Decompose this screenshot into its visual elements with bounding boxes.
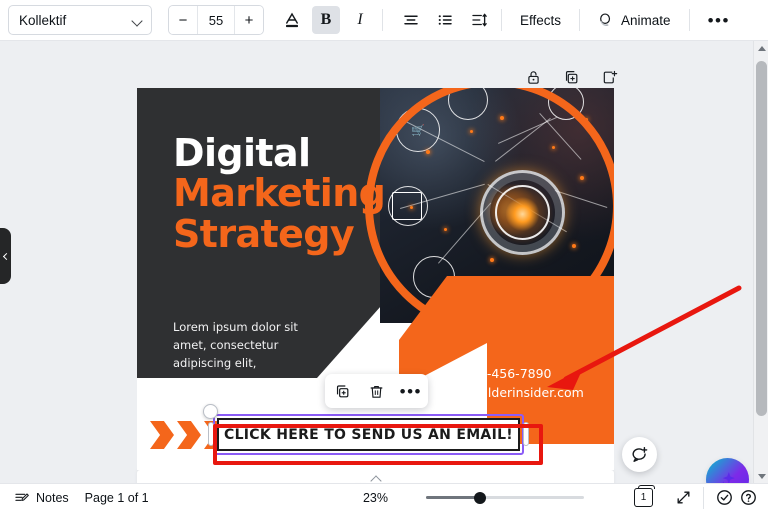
toolbar-divider-4	[689, 9, 690, 31]
notes-icon	[14, 490, 30, 506]
add-page-icon	[601, 69, 618, 86]
font-family-value: Kollektif	[19, 13, 66, 28]
text-color-button[interactable]	[278, 6, 306, 34]
headline-text[interactable]: Digital Marketing Strategy	[173, 133, 385, 254]
font-size-increase-button[interactable]: +	[235, 6, 263, 34]
canvas-vertical-scrollbar[interactable]	[753, 41, 768, 484]
zoom-slider-fill	[426, 496, 481, 499]
bold-button[interactable]: B	[312, 6, 340, 34]
add-page-button[interactable]	[598, 66, 620, 88]
line-spacing-button[interactable]	[465, 6, 493, 34]
duplicate-page-icon	[563, 69, 580, 86]
italic-button[interactable]: I	[346, 6, 374, 34]
tech-hud-inner	[495, 185, 550, 240]
help-button[interactable]	[736, 486, 760, 510]
effects-button[interactable]: Effects	[510, 5, 571, 35]
page-indicator[interactable]: Page 1 of 1	[77, 487, 157, 509]
page-action-icons	[522, 66, 620, 88]
toolbar-divider-3	[579, 9, 580, 31]
cta-element-wrapper[interactable]: CLICK HERE TO SEND US AN EMAIL!	[217, 418, 520, 451]
italic-icon: I	[357, 11, 362, 29]
website-url: websitebuilderinsider.com	[407, 384, 597, 403]
resize-handle-right[interactable]	[523, 422, 529, 446]
page-count-button[interactable]: 1	[626, 487, 661, 509]
element-float-toolbar: •••	[325, 374, 428, 408]
cta-button[interactable]: CLICK HERE TO SEND US AN EMAIL!	[217, 418, 520, 451]
font-size-input[interactable]: 55	[197, 6, 235, 34]
animate-icon	[598, 12, 615, 29]
scroll-up-button[interactable]	[754, 41, 768, 56]
lock-icon	[525, 69, 542, 86]
page-indicator-label: Page 1 of 1	[85, 491, 149, 505]
triangle-down-icon	[758, 474, 766, 479]
chevron-down-icon	[132, 17, 143, 24]
toolbar-divider	[382, 9, 383, 31]
bullet-list-button[interactable]	[431, 6, 459, 34]
bullet-list-icon	[436, 11, 454, 29]
duplicate-page-button[interactable]	[560, 66, 582, 88]
element-more-dots-icon: •••	[400, 383, 422, 400]
add-comment-button[interactable]	[622, 437, 657, 472]
zoom-slider[interactable]	[426, 491, 584, 505]
headline-line-2: Marketing	[173, 173, 385, 213]
text-color-icon	[283, 11, 301, 29]
duplicate-icon	[334, 383, 351, 400]
animate-button[interactable]: Animate	[588, 5, 681, 35]
phone-number: +123-456-7890	[407, 365, 597, 384]
chevron-left-icon	[2, 252, 9, 259]
headline-line-3: Strategy	[173, 214, 385, 254]
fullscreen-button[interactable]	[671, 486, 695, 510]
align-center-icon	[402, 11, 420, 29]
text-toolbar: Kollektif − 55 + B I	[0, 0, 768, 41]
resize-handle-left[interactable]	[208, 422, 214, 446]
add-comment-icon	[630, 445, 649, 464]
page-count-badge: 1	[634, 488, 653, 507]
headline-line-1: Digital	[173, 133, 385, 173]
design-page[interactable]: 🛒	[137, 88, 614, 470]
line-spacing-icon	[470, 11, 488, 29]
text-align-button[interactable]	[397, 6, 425, 34]
check-circle-icon	[715, 488, 734, 507]
body-paragraph[interactable]: Lorem ipsum dolor sit amet, consectetur …	[173, 319, 323, 372]
magic-studio-button[interactable]	[708, 460, 747, 484]
notes-button[interactable]: Notes	[6, 487, 77, 509]
font-size-stepper: − 55 +	[168, 5, 264, 35]
more-options-button[interactable]: •••	[698, 5, 740, 35]
scroll-down-button[interactable]	[754, 469, 768, 484]
font-size-decrease-button[interactable]: −	[169, 6, 197, 34]
resize-handle-corner[interactable]	[203, 404, 218, 419]
bold-icon: B	[321, 11, 332, 29]
zoom-percentage: 23%	[363, 491, 388, 505]
triangle-up-icon	[758, 46, 766, 51]
status-check-button[interactable]	[712, 486, 736, 510]
notes-label: Notes	[36, 491, 69, 505]
delete-element-button[interactable]	[363, 378, 389, 404]
font-family-select[interactable]: Kollektif	[8, 5, 152, 35]
duplicate-element-button[interactable]	[329, 378, 355, 404]
help-circle-icon	[739, 488, 758, 507]
sidebar-collapse-tab[interactable]	[0, 228, 11, 284]
magic-sparkle-icon	[717, 469, 738, 484]
scrollbar-thumb[interactable]	[756, 61, 767, 416]
chevron-arrow-1	[150, 421, 174, 449]
effects-label: Effects	[520, 13, 561, 28]
more-dots-icon: •••	[708, 12, 730, 29]
canva-editor-window: Kollektif − 55 + B I	[0, 0, 768, 511]
contact-info[interactable]: +123-456-7890 websitebuilderinsider.com	[407, 365, 597, 403]
canvas-stage[interactable]: 🛒	[0, 41, 754, 484]
animate-label: Animate	[621, 13, 671, 28]
status-bar: Notes Page 1 of 1 23% 1	[0, 483, 768, 511]
expand-icon	[675, 489, 692, 506]
bottom-divider	[703, 487, 704, 509]
chevron-arrow-2	[177, 421, 201, 449]
zoom-slider-knob[interactable]	[474, 492, 486, 504]
lock-button[interactable]	[522, 66, 544, 88]
trash-icon	[368, 383, 385, 400]
toolbar-divider-2	[501, 9, 502, 31]
element-more-button[interactable]: •••	[398, 378, 424, 404]
